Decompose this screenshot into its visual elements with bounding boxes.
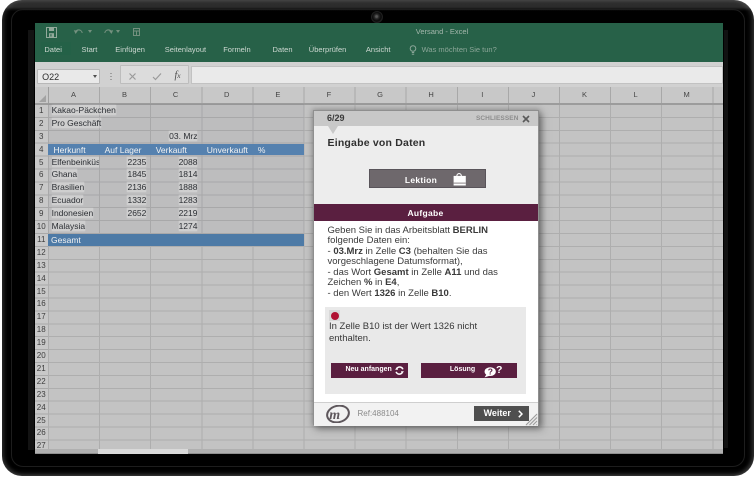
- svg-text:?: ?: [488, 367, 493, 377]
- svg-text:?: ?: [496, 364, 502, 376]
- svg-text:m: m: [329, 408, 340, 423]
